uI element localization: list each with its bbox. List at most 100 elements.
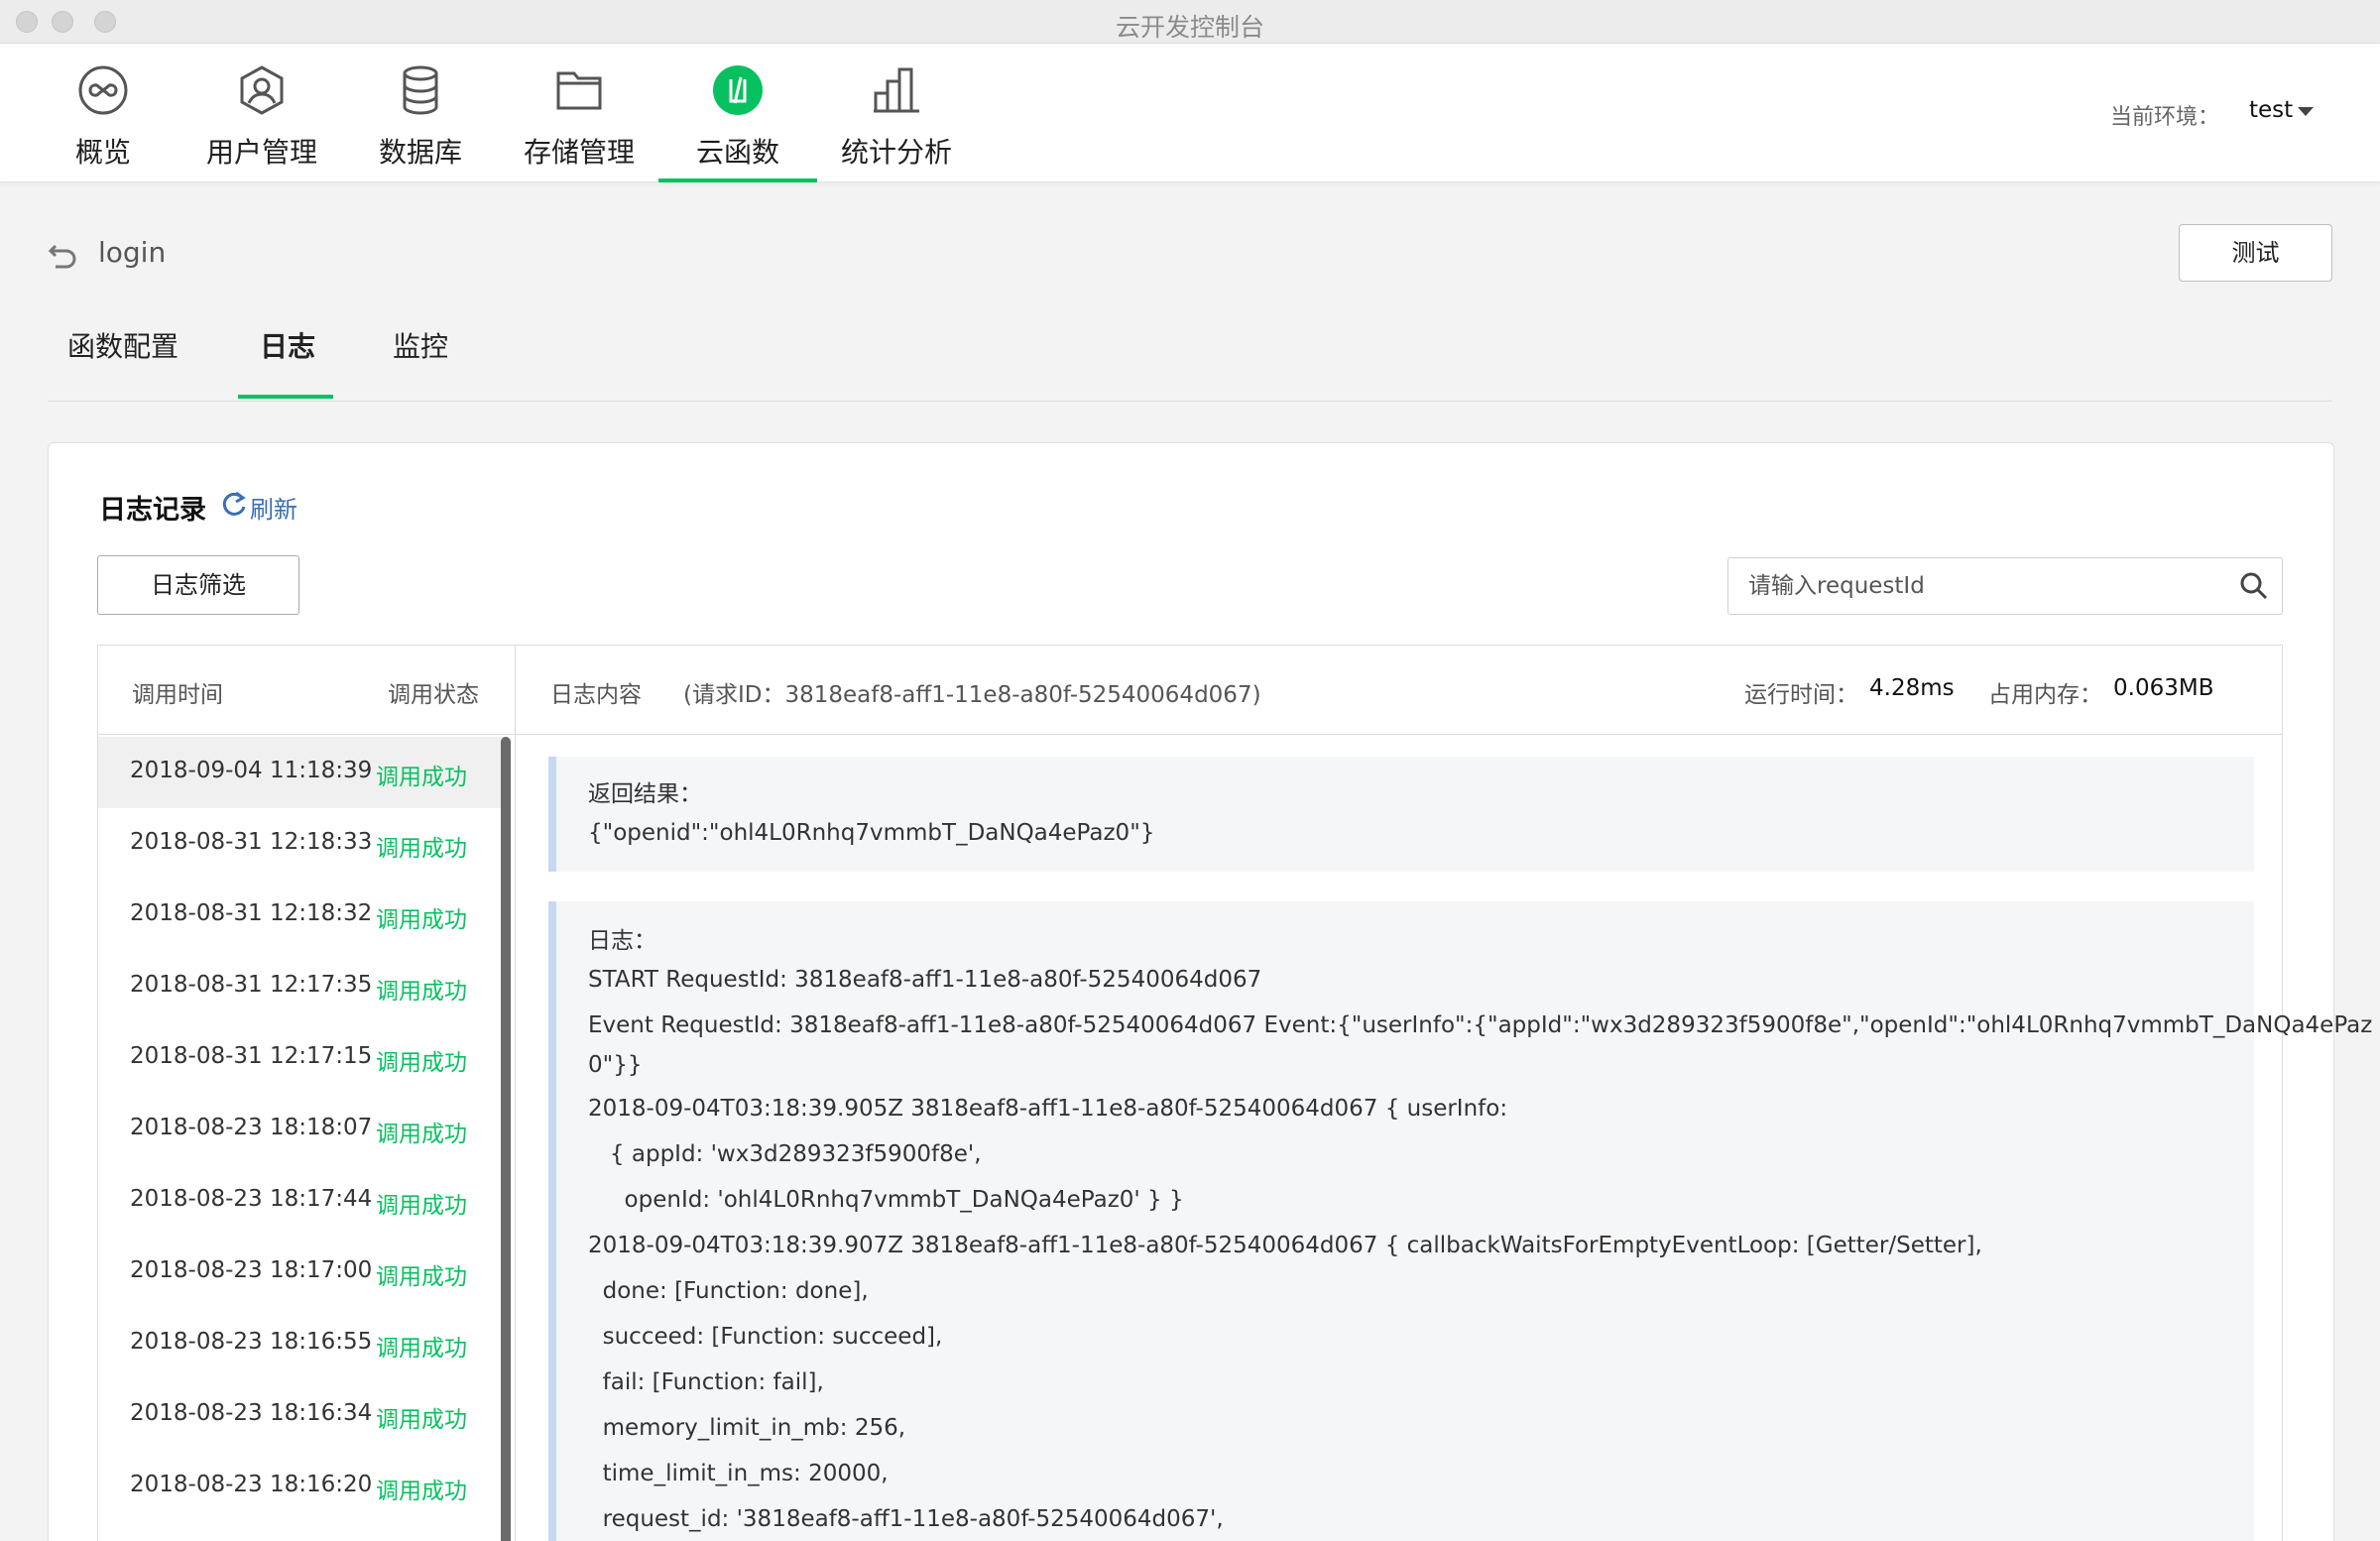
log-row[interactable]: 2018-08-31 12:18:33 调用成功 <box>98 808 505 880</box>
log-row-time: 2018-08-31 12:17:15 <box>130 1043 373 1069</box>
nav-label-database: 数据库 <box>378 136 462 169</box>
log-row[interactable]: 2018-08-31 12:18:32 调用成功 <box>98 880 505 951</box>
log-row[interactable]: 2018-08-23 18:16:20 调用成功 <box>98 1451 505 1522</box>
window-titlebar: 云开发控制台 <box>0 0 2380 44</box>
statistics-icon <box>874 67 919 113</box>
env-select[interactable]: test <box>2249 97 2293 123</box>
log-row[interactable]: 2018-08-23 18:17:00 调用成功 <box>98 1237 505 1308</box>
log-row-time: 2018-08-23 18:17:00 <box>130 1257 373 1283</box>
log-records-title: 日志记录 <box>99 495 206 526</box>
refresh-link[interactable]: 刷新 <box>250 490 298 525</box>
log-row-status: 调用成功 <box>376 1407 467 1433</box>
log-row[interactable]: 2018-08-23 18:16:55 调用成功 <box>98 1308 505 1379</box>
memory-label: 占用内存： <box>1988 682 2102 708</box>
log-row-time: 2018-08-23 18:17:44 <box>130 1186 373 1212</box>
nav-item-overview[interactable]: 概览 <box>24 44 182 182</box>
request-id-label: (请求ID：3818eaf8-aff1-11e8-a80f-52540064d0… <box>683 682 1261 708</box>
chevron-down-icon[interactable] <box>2298 107 2314 116</box>
log-row[interactable]: 2018-08-23 18:17:44 调用成功 <box>98 1165 505 1237</box>
log-row[interactable]: 2018-09-04 11:18:39 调用成功 <box>98 737 505 808</box>
col-header-status: 调用状态 <box>388 682 479 708</box>
log-line: done: [Function: done], <box>588 1278 869 1304</box>
log-line: time_limit_in_ms: 20000, <box>588 1461 889 1486</box>
log-line: START RequestId: 3818eaf8-aff1-11e8-a80f… <box>588 967 1262 993</box>
log-row-status: 调用成功 <box>376 979 467 1005</box>
log-row-time: 2018-09-04 11:18:39 <box>130 758 373 783</box>
window-title: 云开发控制台 <box>1115 13 1264 42</box>
nav-label-users: 用户管理 <box>205 136 317 169</box>
log-row-time: 2018-08-31 12:17:35 <box>130 972 373 998</box>
log-row-status: 调用成功 <box>376 1264 467 1290</box>
col-header-time: 调用时间 <box>132 682 223 708</box>
content-header-label: 日志内容 <box>550 682 642 708</box>
top-nav: 概览 用户管理 数据库 存储管理 云函数 统计分析 当前环境： test <box>0 44 2380 182</box>
return-result-value: {"openid":"ohl4L0Rnhq7vmmbT_DaNQa4ePaz0"… <box>588 820 1155 846</box>
log-row-time: 2018-08-23 18:16:34 <box>130 1400 373 1426</box>
log-line: memory_limit_in_mb: 256, <box>588 1415 906 1441</box>
log-row-status: 调用成功 <box>376 765 467 790</box>
log-row[interactable]: 2018-08-23 18:16:34 调用成功 <box>98 1379 505 1451</box>
log-line: request_id: '3818eaf8-aff1-11e8-a80f-525… <box>588 1506 1224 1532</box>
nav-label-cloud-function: 云函数 <box>695 136 779 169</box>
nav-item-storage[interactable]: 存储管理 <box>500 44 658 182</box>
active-nav-indicator <box>658 178 817 182</box>
nav-item-users[interactable]: 用户管理 <box>182 44 341 182</box>
env-label: 当前环境： <box>2110 105 2220 130</box>
refresh-icon[interactable] <box>220 490 248 518</box>
log-list: 2018-09-04 11:18:39 调用成功 2018-08-31 12:1… <box>98 737 505 1541</box>
return-result-block: 返回结果： {"openid":"ohl4L0Rnhq7vmmbT_DaNQa4… <box>548 757 2254 872</box>
tab-logs[interactable]: 日志 <box>260 325 315 365</box>
nav-label-storage: 存储管理 <box>523 136 635 169</box>
log-output-block: 日志： START RequestId: 3818eaf8-aff1-11e8-… <box>548 901 2372 1541</box>
log-row-time: 2018-08-31 12:18:32 <box>130 900 373 926</box>
log-row-status: 调用成功 <box>376 1479 467 1504</box>
log-filter-button[interactable]: 日志筛选 <box>97 555 299 615</box>
storage-folder-icon <box>556 71 602 110</box>
log-line: succeed: [Function: succeed], <box>588 1324 943 1350</box>
log-row-status: 调用成功 <box>376 1193 467 1219</box>
log-line: 0"}} <box>588 1052 643 1078</box>
tab-function-config[interactable]: 函数配置 <box>67 325 178 365</box>
log-row[interactable]: 2018-08-23 18:18:07 调用成功 <box>98 1094 505 1165</box>
search-icon[interactable] <box>2238 570 2270 602</box>
log-row[interactable]: 2018-08-31 12:17:35 调用成功 <box>98 951 505 1022</box>
log-output-title: 日志： <box>588 928 656 954</box>
log-row-status: 调用成功 <box>376 836 467 862</box>
log-line: openId: 'ohl4L0Rnhq7vmmbT_DaNQa4ePaz0' }… <box>588 1187 1184 1213</box>
log-line: { appId: 'wx3d289323f5900f8e', <box>588 1141 982 1167</box>
test-button[interactable]: 测试 <box>2179 224 2332 282</box>
log-row-time: 2018-08-23 18:16:20 <box>130 1472 373 1497</box>
log-line: 2018-09-04T03:18:39.907Z 3818eaf8-aff1-1… <box>588 1233 1982 1258</box>
cloud-function-icon <box>713 65 763 115</box>
tabs-divider <box>48 401 2332 402</box>
log-line: 2018-09-04T03:18:39.905Z 3818eaf8-aff1-1… <box>588 1096 1508 1122</box>
overview-infinity-icon <box>78 65 128 115</box>
log-table: 调用时间 调用状态 日志内容 (请求ID：3818eaf8-aff1-11e8-… <box>97 645 2372 1541</box>
log-row[interactable]: 2018-08-31 12:17:15 调用成功 <box>98 1022 505 1094</box>
active-tab-indicator <box>238 395 333 399</box>
log-row-time: 2018-08-23 18:16:55 <box>130 1329 373 1355</box>
memory-value: 0.063MB <box>2113 675 2214 701</box>
tab-monitoring[interactable]: 监控 <box>393 325 448 365</box>
database-icon <box>403 65 438 115</box>
request-id-search <box>1727 557 2283 615</box>
nav-item-cloud-function[interactable]: 云函数 <box>658 44 817 182</box>
user-icon <box>240 65 284 115</box>
log-list-scrollbar[interactable] <box>501 737 511 1541</box>
nav-label-statistics: 统计分析 <box>840 136 952 169</box>
nav-label-overview: 概览 <box>74 136 131 169</box>
back-arrow-icon[interactable] <box>48 238 79 270</box>
log-line: fail: [Function: fail], <box>588 1369 824 1395</box>
log-line: Event RequestId: 3818eaf8-aff1-11e8-a80f… <box>588 1012 2373 1038</box>
request-id-input[interactable] <box>1748 558 2214 614</box>
log-row-time: 2018-08-31 12:18:33 <box>130 829 373 855</box>
return-result-title: 返回结果： <box>588 781 702 807</box>
runtime-label: 运行时间： <box>1744 682 1858 708</box>
log-row-status: 调用成功 <box>376 1050 467 1076</box>
log-row-status: 调用成功 <box>376 1336 467 1362</box>
nav-item-database[interactable]: 数据库 <box>341 44 500 182</box>
log-row-status: 调用成功 <box>376 907 467 933</box>
nav-item-statistics[interactable]: 统计分析 <box>817 44 976 182</box>
log-row-status: 调用成功 <box>376 1122 467 1147</box>
runtime-value: 4.28ms <box>1869 675 1955 701</box>
